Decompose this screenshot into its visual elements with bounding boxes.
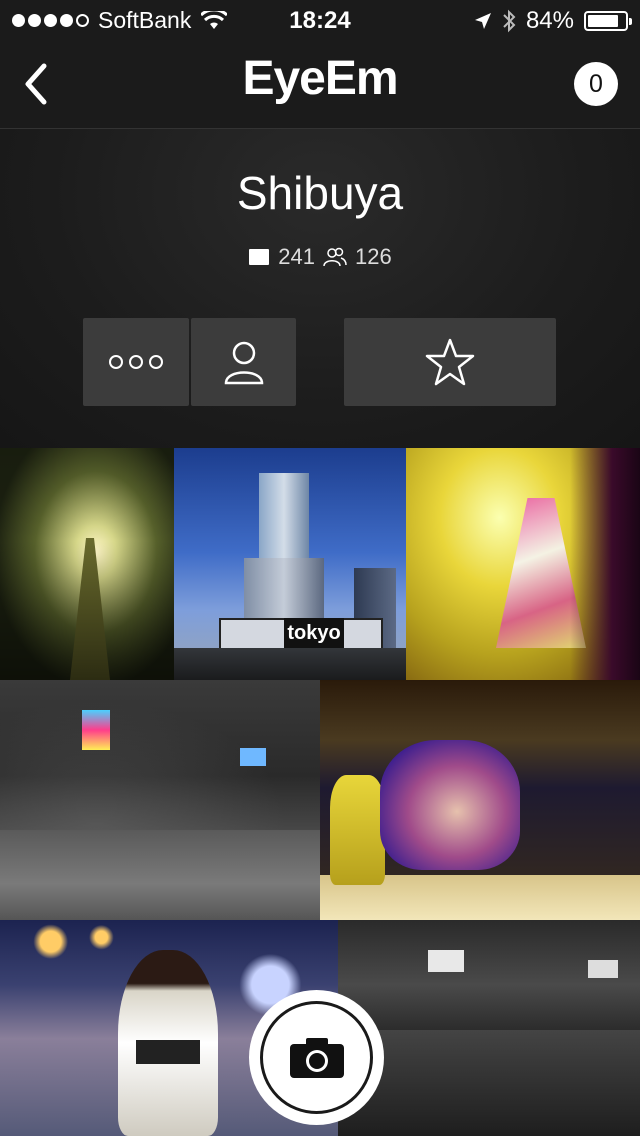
status-right: 84% — [474, 7, 632, 35]
photo-night-crossing-rain[interactable] — [0, 680, 320, 920]
people-count-icon — [323, 247, 347, 267]
bluetooth-icon — [503, 9, 516, 33]
photo-monochrome-street[interactable] — [338, 920, 640, 1136]
star-icon — [425, 338, 475, 386]
camera-button[interactable] — [249, 990, 384, 1125]
photo-count-icon — [249, 249, 270, 265]
people-count: 126 — [355, 244, 392, 269]
album-stats: 241 126 — [0, 244, 640, 270]
photo-count: 241 — [278, 244, 315, 269]
battery-level — [588, 15, 618, 27]
status-bar: SoftBank 18:24 84% — [0, 0, 640, 40]
album-header: Shibuya 241 126 — [0, 129, 640, 448]
photo-graffiti-art[interactable] — [406, 448, 640, 680]
more-dots-icon — [109, 355, 163, 369]
favorite-button[interactable] — [344, 318, 556, 406]
battery-percent: 84% — [525, 7, 574, 34]
camera-icon — [289, 1037, 344, 1078]
camera-button-ring — [260, 1001, 373, 1114]
app-logo: EyeEm — [242, 52, 398, 105]
photo-face-portrait[interactable] — [320, 680, 640, 920]
photo-shibuya-tower-tokyo-sign[interactable]: tokyo — [174, 448, 406, 680]
more-options-button[interactable] — [83, 318, 189, 406]
follow-people-button[interactable] — [191, 318, 296, 406]
album-title: Shibuya — [236, 167, 404, 219]
battery-icon — [584, 11, 632, 31]
screen: SoftBank 18:24 84% EyeEm 0 Shibuya 241 1… — [0, 0, 640, 1136]
photo-caption-tokyo: tokyo — [284, 618, 344, 648]
photo-moving-walkway[interactable] — [0, 448, 174, 680]
nav-bar: EyeEm 0 — [0, 40, 640, 129]
person-icon — [224, 341, 263, 385]
location-arrow-icon — [474, 13, 491, 29]
notification-badge[interactable]: 0 — [574, 62, 618, 106]
